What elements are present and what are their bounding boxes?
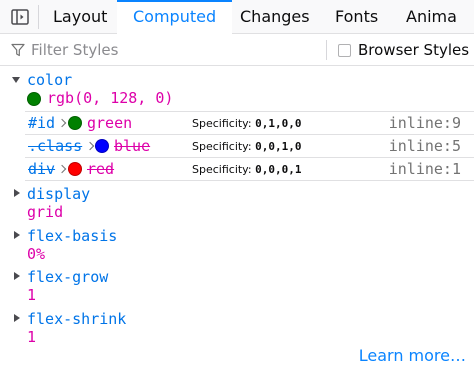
- browser-styles-checkbox[interactable]: [338, 44, 351, 57]
- color-swatch-icon[interactable]: [27, 92, 41, 106]
- color-swatch-icon[interactable]: [68, 116, 82, 130]
- property-value-color: rgb(0, 128, 0): [47, 89, 174, 107]
- source-link[interactable]: inline:1: [389, 160, 461, 178]
- source-link[interactable]: inline:5: [389, 137, 461, 155]
- expand-twisty-icon[interactable]: [12, 77, 20, 83]
- property-value-flex-shrink: 1: [27, 328, 37, 346]
- tab-changes[interactable]: Changes: [240, 0, 310, 34]
- color-swatch-icon[interactable]: [68, 162, 82, 176]
- property-value-flex-basis: 0%: [27, 245, 46, 263]
- chevron-right-icon: [85, 141, 95, 151]
- matched-value: green: [87, 114, 133, 132]
- color-swatch-icon[interactable]: [95, 139, 109, 153]
- panel-tab-bar: Layout Computed Changes Fonts Anima: [0, 0, 474, 34]
- source-link[interactable]: inline:9: [389, 114, 461, 132]
- property-name-flex-grow[interactable]: flex-grow: [27, 268, 108, 286]
- expand-twisty-icon[interactable]: [14, 231, 20, 239]
- matched-value: red: [87, 160, 115, 178]
- property-value-display: grid: [27, 203, 64, 221]
- tab-computed[interactable]: Computed: [117, 0, 233, 34]
- learn-more-link[interactable]: Learn more…: [359, 346, 466, 365]
- filter-funnel-icon: [11, 43, 25, 57]
- chevron-right-icon: [57, 164, 67, 174]
- expand-twisty-icon[interactable]: [14, 314, 20, 322]
- filter-toolbar: Browser Styles: [0, 34, 474, 66]
- specificity: Specificity: 0,0,1,0: [192, 140, 302, 153]
- selector-link[interactable]: #id: [28, 114, 55, 132]
- tab-separator: [38, 5, 39, 29]
- sidebar-toggle-icon[interactable]: [10, 7, 30, 27]
- toolbar-divider: [326, 40, 327, 60]
- expand-twisty-icon[interactable]: [14, 189, 20, 197]
- selector-link[interactable]: .class: [28, 137, 82, 155]
- matched-selectors-list: #id green Specificity: 0,1,0,0 inline:9 …: [25, 111, 474, 181]
- property-value-flex-grow: 1: [27, 286, 37, 304]
- property-name-flex-shrink[interactable]: flex-shrink: [27, 310, 126, 328]
- matched-rule-row[interactable]: #id green Specificity: 0,1,0,0 inline:9: [25, 112, 474, 135]
- matched-rule-row[interactable]: .class blue Specificity: 0,0,1,0 inline:…: [25, 135, 474, 158]
- selector-link[interactable]: div: [28, 160, 55, 178]
- tab-animations[interactable]: Anima: [406, 0, 457, 34]
- matched-rule-row[interactable]: div red Specificity: 0,0,0,1 inline:1: [25, 158, 474, 181]
- specificity: Specificity: 0,1,0,0: [192, 117, 302, 130]
- browser-styles-label[interactable]: Browser Styles: [358, 41, 469, 59]
- tab-layout[interactable]: Layout: [53, 0, 107, 34]
- tab-fonts[interactable]: Fonts: [335, 0, 378, 34]
- expand-twisty-icon[interactable]: [14, 272, 20, 280]
- property-name-flex-basis[interactable]: flex-basis: [27, 227, 117, 245]
- chevron-right-icon: [57, 118, 67, 128]
- property-name-display[interactable]: display: [27, 185, 90, 203]
- property-name-color[interactable]: color: [27, 71, 72, 89]
- specificity: Specificity: 0,0,0,1: [192, 163, 302, 176]
- matched-value: blue: [114, 137, 151, 155]
- filter-styles-input[interactable]: [31, 38, 311, 62]
